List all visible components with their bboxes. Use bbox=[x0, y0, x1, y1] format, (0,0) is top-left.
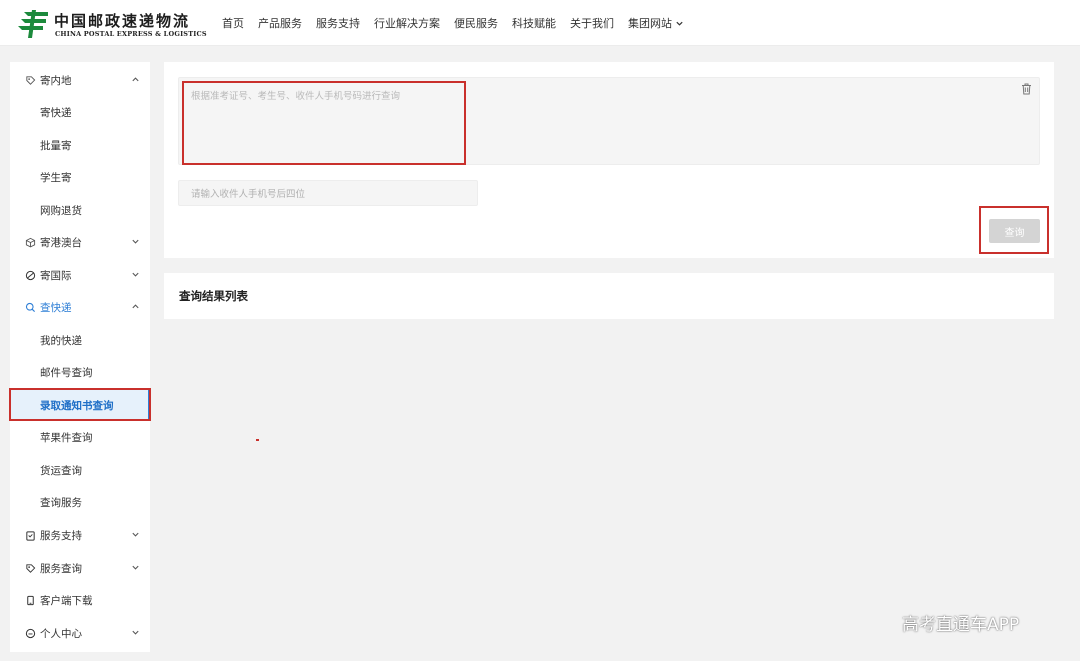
sidebar-group-service-query[interactable]: 服务查询 bbox=[10, 552, 150, 584]
user-circle-icon bbox=[24, 627, 36, 639]
box-icon bbox=[24, 236, 36, 248]
chevron-down-icon bbox=[676, 21, 683, 26]
sidebar-item-mail-no-query[interactable]: 邮件号查询 bbox=[10, 356, 150, 388]
sidebar-item-query-service[interactable]: 查询服务 bbox=[10, 486, 150, 518]
sidebar-group-send-hmt[interactable]: 寄港澳台 bbox=[10, 226, 150, 258]
nav-service-support[interactable]: 服务支持 bbox=[316, 15, 360, 31]
sidebar-group-track[interactable]: 查快递 bbox=[10, 291, 150, 323]
phone-icon bbox=[24, 594, 36, 606]
brand-logo[interactable]: 中国邮政速递物流 CHINA POSTAL EXPRESS & LOGISTIC… bbox=[18, 8, 207, 40]
chevron-down-icon bbox=[132, 565, 139, 570]
sidebar-group-label: 寄港澳台 bbox=[40, 236, 82, 249]
chevron-down-icon bbox=[132, 272, 139, 277]
sidebar-item-admission-query[interactable]: 录取通知书查询 bbox=[10, 389, 150, 421]
sidebar: 寄内地 寄快递 批量寄 学生寄 网购退货 寄港澳台 寄国际 查快递 我的快递 邮… bbox=[10, 62, 150, 652]
sidebar-item-send-batch[interactable]: 批量寄 bbox=[10, 129, 150, 161]
sidebar-item-send-student[interactable]: 学生寄 bbox=[10, 161, 150, 193]
nav-home[interactable]: 首页 bbox=[222, 15, 244, 31]
query-textarea[interactable]: 根据准考证号、考生号、收件人手机号码进行查询 bbox=[178, 77, 1040, 165]
sidebar-group-label: 个人中心 bbox=[40, 627, 82, 640]
chevron-down-icon bbox=[132, 532, 139, 537]
chevron-down-icon bbox=[132, 630, 139, 635]
sidebar-group-client-download[interactable]: 客户端下载 bbox=[10, 584, 150, 616]
globe-icon bbox=[24, 269, 36, 281]
nav-group-site[interactable]: 集团网站 bbox=[628, 15, 684, 31]
ems-logo-icon bbox=[18, 10, 48, 38]
query-form-card: 根据准考证号、考生号、收件人手机号码进行查询 请输入收件人手机号后四位 查询 bbox=[164, 62, 1054, 258]
tag-icon bbox=[24, 74, 36, 86]
sidebar-item-apple-query[interactable]: 苹果件查询 bbox=[10, 421, 150, 453]
stray-mark bbox=[256, 439, 259, 441]
sidebar-group-service-support[interactable]: 服务支持 bbox=[10, 519, 150, 551]
chevron-up-icon bbox=[132, 77, 139, 82]
nav-convenience[interactable]: 便民服务 bbox=[454, 15, 498, 31]
nav-solutions[interactable]: 行业解决方案 bbox=[374, 15, 440, 31]
phone-last4-input[interactable]: 请输入收件人手机号后四位 bbox=[178, 180, 478, 206]
sidebar-group-label: 服务查询 bbox=[40, 562, 82, 575]
sidebar-group-send-intl[interactable]: 寄国际 bbox=[10, 259, 150, 291]
nav-products[interactable]: 产品服务 bbox=[258, 15, 302, 31]
trash-icon[interactable] bbox=[1021, 83, 1032, 95]
brand-name-en: CHINA POSTAL EXPRESS & LOGISTICS bbox=[55, 30, 207, 38]
sidebar-item-online-return[interactable]: 网购退货 bbox=[10, 194, 150, 226]
sidebar-group-label: 寄内地 bbox=[40, 74, 72, 87]
brand-name-cn: 中国邮政速递物流 bbox=[54, 12, 191, 30]
top-header: 中国邮政速递物流 CHINA POSTAL EXPRESS & LOGISTIC… bbox=[0, 0, 1080, 46]
tag-icon bbox=[24, 562, 36, 574]
main-nav: 首页 产品服务 服务支持 行业解决方案 便民服务 科技赋能 关于我们 集团网站 bbox=[222, 0, 684, 46]
sidebar-group-label: 服务支持 bbox=[40, 529, 82, 542]
nav-technology[interactable]: 科技赋能 bbox=[512, 15, 556, 31]
sidebar-group-label: 客户端下载 bbox=[40, 594, 93, 607]
sidebar-item-my-parcels[interactable]: 我的快递 bbox=[10, 324, 150, 356]
sidebar-group-label: 寄国际 bbox=[40, 269, 72, 282]
sidebar-group-label: 查快递 bbox=[40, 301, 72, 314]
chevron-down-icon bbox=[132, 239, 139, 244]
nav-about[interactable]: 关于我们 bbox=[570, 15, 614, 31]
sidebar-group-send-domestic[interactable]: 寄内地 bbox=[10, 64, 150, 96]
results-title: 查询结果列表 bbox=[179, 289, 248, 303]
sidebar-group-personal-center[interactable]: 个人中心 bbox=[10, 617, 150, 649]
watermark: 高考直通车APP bbox=[902, 615, 1020, 635]
nav-group-site-label: 集团网站 bbox=[628, 17, 672, 30]
query-button[interactable]: 查询 bbox=[989, 219, 1040, 243]
clipboard-icon bbox=[24, 529, 36, 541]
sidebar-item-send-express[interactable]: 寄快递 bbox=[10, 96, 150, 128]
results-card: 查询结果列表 bbox=[164, 273, 1054, 319]
sidebar-item-freight-query[interactable]: 货运查询 bbox=[10, 454, 150, 486]
chevron-up-icon bbox=[132, 304, 139, 309]
search-icon bbox=[24, 301, 36, 313]
